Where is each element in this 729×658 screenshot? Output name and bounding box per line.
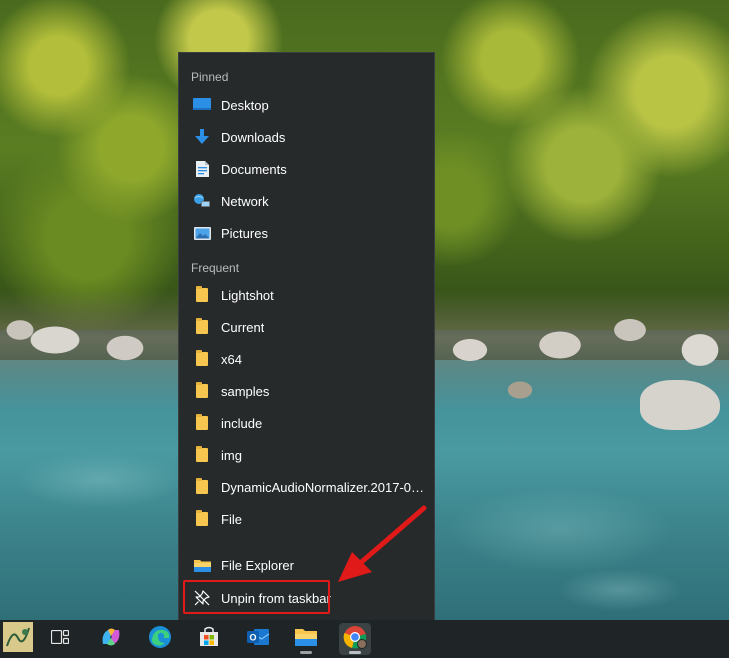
jumplist-item-include[interactable]: include	[187, 408, 430, 438]
jumplist-item-lightshot[interactable]: Lightshot	[187, 280, 430, 310]
file-explorer-taskbar-button[interactable]	[290, 623, 322, 655]
outlook-button[interactable]: O	[242, 623, 274, 655]
download-arrow-icon	[192, 127, 212, 147]
jumplist-item-network[interactable]: Network	[187, 186, 430, 216]
jumplist-item-label: Lightshot	[221, 287, 274, 303]
jumplist-item-label: Desktop	[221, 97, 269, 113]
svg-text:O: O	[249, 632, 256, 642]
frequent-section-title: Frequent	[191, 261, 240, 275]
running-indicator	[300, 651, 312, 654]
desktop-icon	[192, 95, 212, 115]
jumplist-item-label: File	[221, 511, 242, 527]
jumplist-item-label: x64	[221, 351, 242, 367]
jumplist-item-current[interactable]: Current	[187, 312, 430, 342]
jumplist-item-label: Documents	[221, 161, 287, 177]
taskbar: O	[0, 620, 729, 658]
jumplist-item-downloads[interactable]: Downloads	[187, 122, 430, 152]
folder-icon	[192, 285, 212, 305]
jumplist-item-label: Network	[221, 193, 269, 209]
unpin-from-taskbar-label: Unpin from taskbar	[221, 590, 331, 606]
jumplist-item-pictures[interactable]: Pictures	[187, 218, 430, 248]
file-explorer-icon	[192, 555, 212, 575]
jumplist-item-samples[interactable]: samples	[187, 376, 430, 406]
running-indicator	[349, 651, 361, 654]
annotation-arrow	[338, 505, 427, 582]
folder-icon	[192, 317, 212, 337]
jumplist-item-documents[interactable]: Documents	[187, 154, 430, 184]
jumplist-item-img[interactable]: img	[187, 440, 430, 470]
file-explorer-icon	[294, 627, 318, 652]
task-view-icon	[50, 629, 70, 649]
jumplist-item-x64[interactable]: x64	[187, 344, 430, 374]
edge-button[interactable]	[144, 623, 176, 655]
jumplist-item-label: DynamicAudioNormalizer.2017-04-14....	[221, 479, 430, 495]
jumplist-item-label: Downloads	[221, 129, 286, 145]
microsoft-store-button[interactable]	[193, 623, 225, 655]
jumplist-item-label: include	[221, 415, 263, 431]
wallpaper-rock	[640, 380, 720, 430]
microsoft-store-icon	[198, 626, 220, 653]
folder-icon	[192, 509, 212, 529]
pictures-icon	[192, 223, 212, 243]
jumplist-item-dynamicaudionormalizer[interactable]: DynamicAudioNormalizer.2017-04-14....	[187, 472, 430, 502]
document-icon	[192, 159, 212, 179]
file-explorer-label: File Explorer	[221, 557, 294, 573]
chrome-icon	[343, 625, 367, 654]
jumplist-item-label: Pictures	[221, 225, 268, 241]
task-view-button[interactable]	[44, 623, 76, 655]
folder-icon	[192, 349, 212, 369]
jumplist-item-label: img	[221, 447, 242, 463]
edge-icon	[148, 625, 172, 654]
copilot-button[interactable]	[95, 623, 127, 655]
folder-icon	[192, 445, 212, 465]
network-icon	[192, 191, 212, 211]
pinned-section-title: Pinned	[191, 70, 229, 84]
unpin-icon	[192, 588, 212, 608]
chrome-button[interactable]	[339, 623, 371, 655]
jumplist-item-label: samples	[221, 383, 270, 399]
widgets-icon	[3, 621, 33, 657]
widgets-button[interactable]	[0, 621, 36, 657]
folder-icon	[192, 477, 212, 497]
outlook-icon: O	[246, 626, 270, 653]
jumplist-item-desktop[interactable]: Desktop	[187, 90, 430, 120]
folder-icon	[192, 413, 212, 433]
folder-icon	[192, 381, 212, 401]
jumplist-item-label: Current	[221, 319, 265, 335]
copilot-icon	[99, 626, 123, 653]
